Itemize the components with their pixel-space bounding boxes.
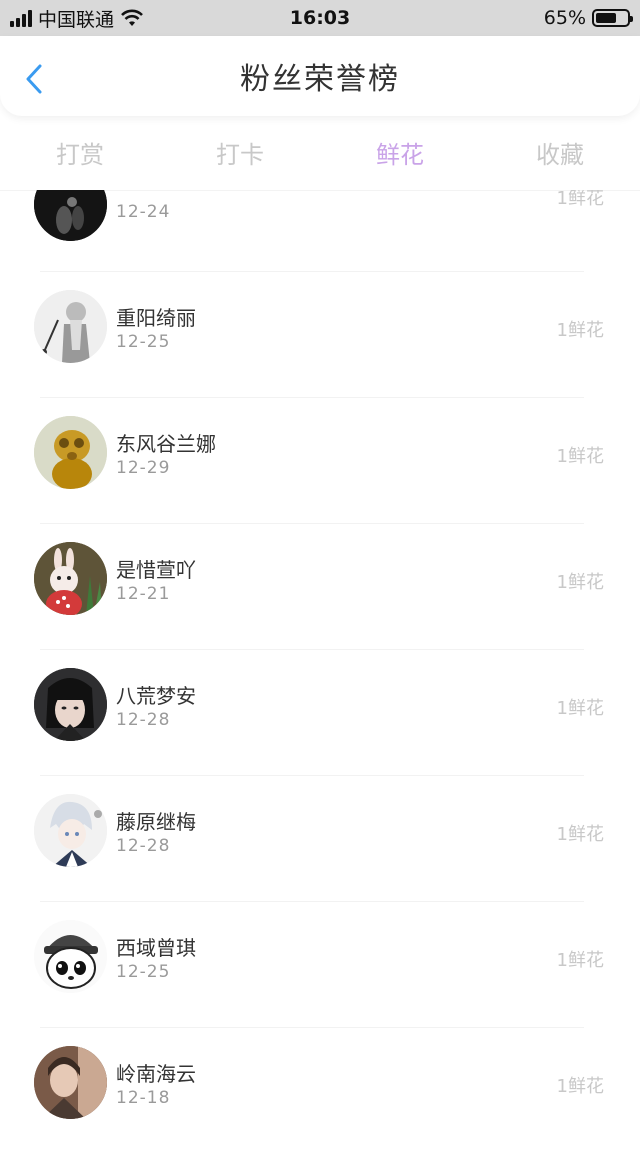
fan-name: 岭南海云 xyxy=(116,1062,196,1086)
status-left: 中国联通 xyxy=(10,5,144,32)
flower-count: 1鲜花 xyxy=(556,572,604,593)
battery-percent: 65% xyxy=(543,7,586,29)
nav-header: 粉丝荣誉榜 xyxy=(0,36,640,116)
list-item[interactable]: 八荒梦安 12-28 1鲜花 xyxy=(0,650,640,776)
status-right: 65% xyxy=(543,7,633,29)
tab-checkin[interactable]: 打卡 xyxy=(196,125,284,180)
flower-count: 1鲜花 xyxy=(556,190,604,209)
fan-date: 12-28 xyxy=(116,836,171,856)
battery-level xyxy=(596,13,616,23)
fan-date: 12-24 xyxy=(116,202,171,222)
fan-name: 东风谷兰娜 xyxy=(116,432,216,456)
fan-date: 12-28 xyxy=(116,710,171,730)
list-item-partial[interactable]: 12-24 1鲜花 xyxy=(0,190,640,272)
fan-date: 12-25 xyxy=(116,962,171,982)
carrier-label: 中国联通 xyxy=(38,8,115,31)
flower-count: 1鲜花 xyxy=(556,1076,604,1097)
avatar xyxy=(34,416,107,489)
flower-count: 1鲜花 xyxy=(556,698,604,719)
clock: 16:03 xyxy=(289,7,351,29)
signal-icon xyxy=(10,9,32,27)
fan-date: 12-18 xyxy=(116,1088,171,1108)
fan-name: 是惜萱吖 xyxy=(116,558,196,582)
fan-date: 12-25 xyxy=(116,332,171,352)
tab-flowers[interactable]: 鲜花 xyxy=(356,125,444,180)
avatar xyxy=(34,668,107,741)
tab-reward[interactable]: 打赏 xyxy=(36,125,124,180)
avatar xyxy=(34,794,107,867)
avatar xyxy=(34,1046,107,1119)
tab-favorites[interactable]: 收藏 xyxy=(516,125,604,180)
avatar xyxy=(34,920,107,993)
list-item[interactable]: 东风谷兰娜 12-29 1鲜花 xyxy=(0,398,640,524)
wifi-icon xyxy=(121,9,143,26)
fan-name: 藤原继梅 xyxy=(116,810,196,834)
battery-icon xyxy=(592,9,633,27)
list-item[interactable]: 藤原继梅 12-28 1鲜花 xyxy=(0,776,640,902)
fan-date: 12-29 xyxy=(116,458,171,478)
status-bar: 中国联通 16:03 65% xyxy=(0,0,640,36)
flower-count: 1鲜花 xyxy=(556,950,604,971)
back-arrow-icon[interactable] xyxy=(22,62,48,96)
flower-count: 1鲜花 xyxy=(556,446,604,467)
tab-bar: 打赏 打卡 鲜花 收藏 xyxy=(0,122,640,182)
fan-name: 八荒梦安 xyxy=(116,684,196,708)
list-item[interactable]: 岭南海云 12-18 1鲜花 xyxy=(0,1028,640,1154)
list-item[interactable]: 是惜萱吖 12-21 1鲜花 xyxy=(0,524,640,650)
fan-name: 西域曾琪 xyxy=(116,936,196,960)
fan-name: 重阳绮丽 xyxy=(116,306,196,330)
flower-count: 1鲜花 xyxy=(556,320,604,341)
avatar xyxy=(34,290,107,363)
avatar xyxy=(34,542,107,615)
list-item[interactable]: 重阳绮丽 12-25 1鲜花 xyxy=(0,272,640,398)
flower-count: 1鲜花 xyxy=(556,824,604,845)
list-item[interactable]: 西域曾琪 12-25 1鲜花 xyxy=(0,902,640,1028)
avatar xyxy=(34,190,107,241)
fan-date: 12-21 xyxy=(116,584,171,604)
page-title: 粉丝荣誉榜 xyxy=(240,62,400,97)
